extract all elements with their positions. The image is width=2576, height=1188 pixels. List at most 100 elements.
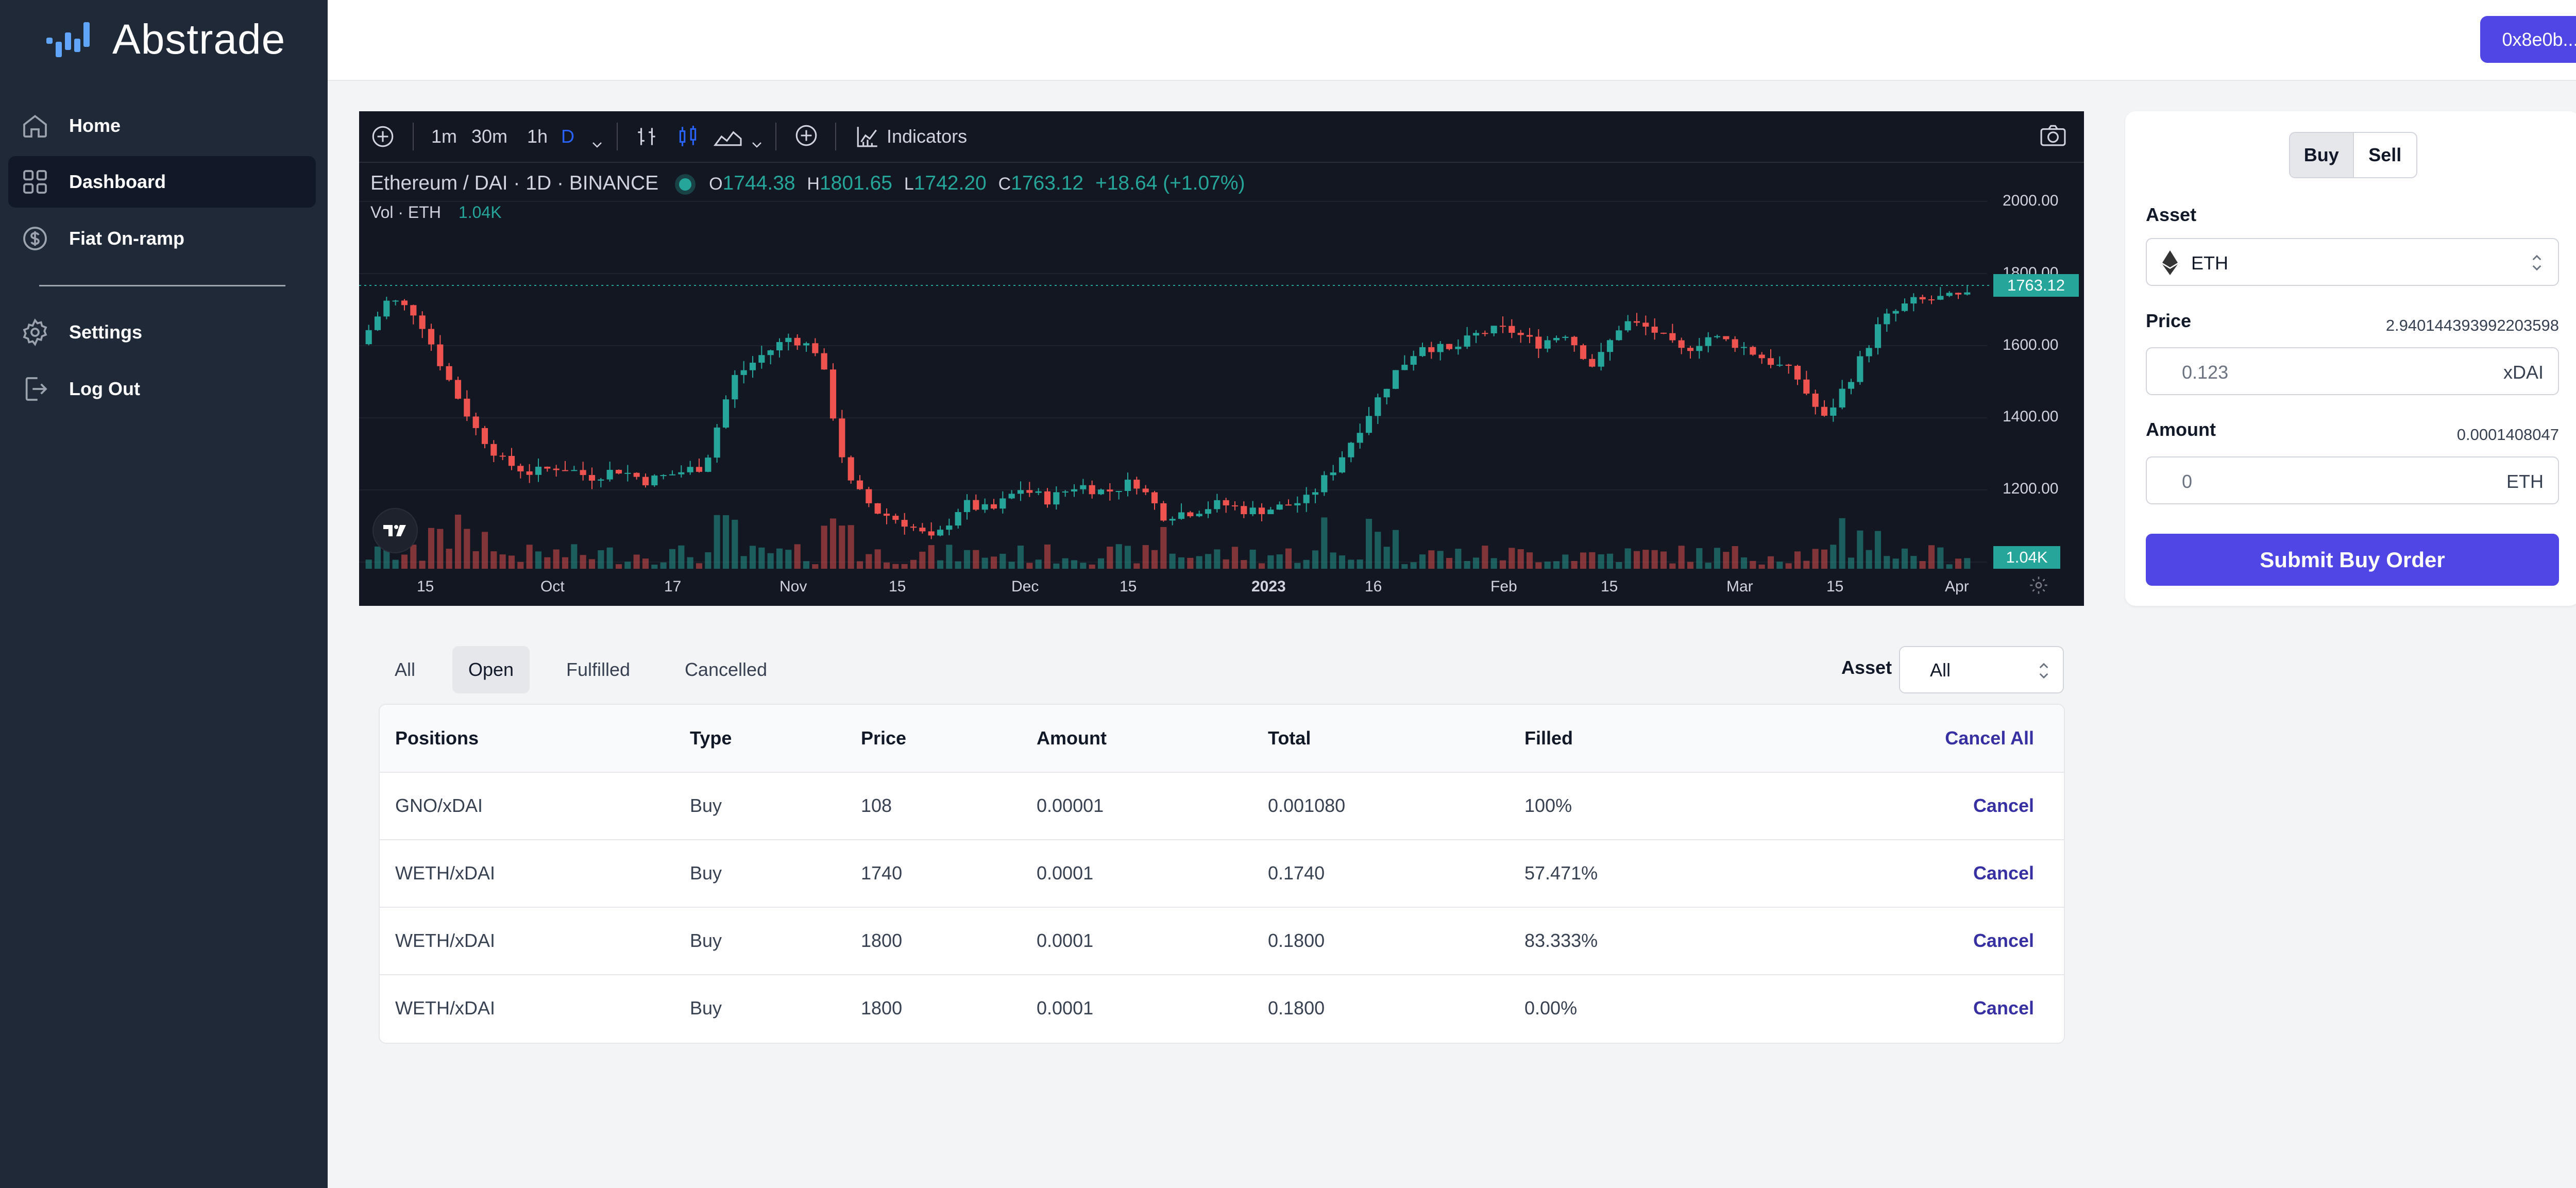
interval-1m[interactable]: 1m [431, 124, 457, 149]
volume-bar [365, 559, 372, 569]
candle-body [1544, 340, 1551, 349]
volume-bar [1365, 519, 1372, 569]
filter-tab-open[interactable]: Open [452, 646, 530, 693]
candle-body [981, 504, 988, 510]
candle-body [1196, 514, 1202, 517]
volume-bar [1705, 563, 1711, 569]
sell-tab[interactable]: Sell [2354, 133, 2417, 177]
toolbar-separator [775, 123, 776, 150]
volume-bar [544, 557, 551, 569]
candle-body [1321, 475, 1328, 493]
candle-body [1035, 491, 1042, 493]
volume-bar [508, 555, 515, 569]
volume-bar [1089, 564, 1095, 569]
chevron-down-icon[interactable] [751, 132, 763, 158]
area-chart-icon[interactable] [713, 124, 743, 149]
cell-filled: 83.333% [1524, 930, 1598, 951]
cancel-order-button[interactable]: Cancel [1973, 997, 2034, 1019]
asset-filter-label: Asset [1841, 657, 1892, 678]
add-symbol-icon[interactable] [369, 124, 396, 149]
candle-body [1848, 382, 1855, 389]
home-icon [23, 114, 47, 138]
sidebar-item-dashboard[interactable]: Dashboard [8, 156, 316, 208]
candle-body [633, 472, 640, 477]
filter-tab-cancelled[interactable]: Cancelled [675, 646, 777, 693]
asset-filter-select[interactable]: All [1899, 646, 2064, 693]
cell-price: 108 [861, 795, 892, 816]
sidebar-item-fiat-on-ramp[interactable]: Fiat On-ramp [8, 213, 316, 264]
cell-amount: 0.0001 [1037, 862, 1094, 884]
asset-select[interactable]: ETH [2146, 238, 2559, 286]
candle-body [1071, 489, 1078, 492]
candle-body [1097, 489, 1105, 495]
cell-price: 1800 [861, 930, 903, 951]
interval-30m[interactable]: 30m [471, 124, 507, 149]
cancel-order-button[interactable]: Cancel [1973, 795, 2034, 817]
chart-settings-icon[interactable] [2028, 575, 2049, 596]
volume-bar [410, 545, 417, 569]
volume-bar [946, 545, 953, 569]
filter-tab-fulfilled[interactable]: Fulfilled [556, 646, 640, 693]
table-header: Positions Type Price Amount Total Filled… [380, 705, 2064, 773]
volume-bar [401, 554, 408, 569]
sidebar-item-home[interactable]: Home [8, 100, 316, 151]
candle-body [856, 480, 863, 489]
indicators-button[interactable]: Indicators [887, 124, 967, 149]
indicators-icon[interactable] [855, 124, 880, 149]
camera-icon[interactable] [2038, 123, 2069, 148]
sidebar-item-log-out[interactable]: Log Out [8, 363, 316, 415]
price-input[interactable]: 0.123 xDAI [2146, 347, 2559, 395]
cancel-order-button[interactable]: Cancel [1973, 862, 2034, 884]
cancel-all-button[interactable]: Cancel All [1945, 727, 2034, 749]
cell-total: 0.001080 [1268, 795, 1346, 816]
cell-position: GNO/xDAI [395, 795, 483, 816]
filter-tab-all[interactable]: All [384, 646, 426, 693]
candle-body [419, 315, 426, 329]
sidebar-item-settings[interactable]: Settings [8, 307, 316, 358]
volume-bar [1723, 552, 1730, 569]
submit-buy-order-button[interactable]: Submit Buy Order [2146, 534, 2559, 586]
volume-bar [1437, 551, 1444, 569]
bar-chart-style-icon[interactable] [633, 124, 660, 149]
candle-body [1151, 492, 1158, 503]
compare-add-icon[interactable] [792, 123, 821, 148]
volume-bar [892, 564, 899, 569]
interval-d[interactable]: D [561, 124, 574, 149]
chevron-down-icon[interactable] [591, 132, 603, 158]
volume-bar [1517, 549, 1524, 569]
volume-bar [1428, 550, 1435, 569]
volume-bar [714, 515, 720, 569]
candle-body [1606, 340, 1614, 352]
cancel-order-button[interactable]: Cancel [1973, 930, 2034, 952]
wallet-address-button[interactable]: 0x8e0b... [2480, 16, 2576, 63]
candles-icon[interactable] [674, 124, 701, 149]
volume-bar [446, 549, 452, 569]
candle-body [866, 489, 872, 503]
volume-bar [1133, 563, 1140, 569]
interval-1h[interactable]: 1h [527, 124, 548, 149]
candle-body [1455, 346, 1462, 349]
candle-body [1410, 356, 1417, 365]
candle-body [821, 353, 827, 370]
asset-select-value: ETH [2191, 252, 2228, 274]
candle-body [1464, 335, 1470, 347]
app-logo[interactable]: Abstrade [44, 15, 285, 64]
column-header-amount: Amount [1037, 727, 1107, 749]
buy-tab[interactable]: Buy [2290, 133, 2354, 177]
candle-body [767, 350, 774, 355]
price-hint: 2.940144393992203598 [2385, 316, 2559, 334]
volume-bar [687, 557, 693, 569]
volume-bar [1115, 544, 1122, 569]
volume-bar [740, 556, 747, 569]
time-tick-label: 2023 [1251, 578, 1286, 595]
price-chart[interactable]: 1m 30m 1h D Indicators Ethereum / DAI · … [359, 111, 2084, 606]
time-tick-label: 15 [889, 578, 906, 595]
amount-input[interactable]: 0 ETH [2146, 456, 2559, 504]
candle-body [526, 471, 533, 475]
dollar-icon [23, 227, 47, 250]
volume-bar [749, 546, 756, 569]
cell-type: Buy [690, 997, 722, 1019]
tradingview-logo[interactable] [372, 508, 418, 553]
volume-bar [481, 532, 488, 569]
price-tick-label: 1600.00 [2003, 336, 2059, 353]
